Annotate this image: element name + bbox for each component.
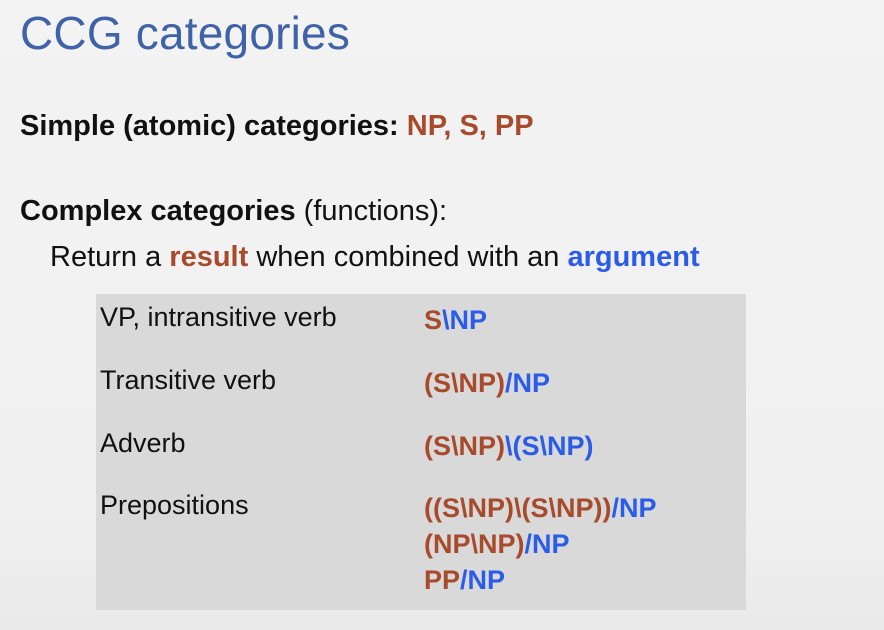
complex-categories-line: Complex categories (functions): (20, 195, 447, 228)
simple-categories-label: Simple (atomic) categories: (20, 110, 407, 142)
result-word: result (169, 241, 249, 273)
category-notation-line: PP/NP (424, 562, 657, 598)
result-segment: PP (424, 565, 461, 595)
category-table: VP, intransitive verb S\NP Transitive ve… (96, 294, 746, 610)
row-label: Adverb (100, 428, 186, 458)
category-notation-line: ((S\NP)\(S\NP))/NP (424, 490, 657, 526)
category-notation-line: (NP\NP)/NP (424, 526, 657, 562)
argument-segment: \NP (442, 305, 488, 335)
slide: CCG categories Simple (atomic) categorie… (0, 0, 884, 630)
complex-categories-suffix: (functions): (295, 195, 448, 227)
simple-categories-line: Simple (atomic) categories: NP, S, PP (20, 110, 534, 143)
row-categories: (S\NP)/NP (424, 365, 550, 401)
complex-categories-label: Complex categories (20, 195, 296, 227)
return-description: Return a result when combined with an ar… (50, 241, 700, 274)
argument-segment: /NP (460, 565, 506, 595)
argument-word: argument (567, 241, 700, 273)
row-categories: ((S\NP)\(S\NP))/NP (NP\NP)/NP PP/NP (424, 490, 657, 598)
result-segment: (S\NP) (424, 368, 505, 398)
result-segment: (S\NP) (424, 431, 505, 461)
row-categories: (S\NP)\(S\NP) (424, 428, 594, 464)
argument-segment: \(S\NP) (505, 431, 594, 461)
result-segment: S (424, 305, 443, 335)
row-label: Transitive verb (100, 365, 277, 395)
result-segment: ((S\NP)\(S\NP)) (424, 493, 612, 523)
return-text-2: when combined with an (248, 241, 568, 273)
category-notation-line: (S\NP)\(S\NP) (424, 428, 594, 464)
result-segment: (NP\NP) (424, 529, 525, 559)
category-notation-line: (S\NP)/NP (424, 365, 550, 401)
argument-segment: /NP (611, 493, 657, 523)
row-label: Prepositions (100, 490, 249, 520)
category-notation-line: S\NP (424, 302, 487, 338)
row-label: VP, intransitive verb (100, 302, 337, 332)
return-text-1: Return a (50, 241, 170, 273)
slide-title: CCG categories (20, 7, 351, 59)
row-categories: S\NP (424, 302, 487, 338)
simple-categories-values: NP, S, PP (406, 110, 534, 142)
argument-segment: /NP (505, 368, 551, 398)
argument-segment: /NP (524, 529, 570, 559)
